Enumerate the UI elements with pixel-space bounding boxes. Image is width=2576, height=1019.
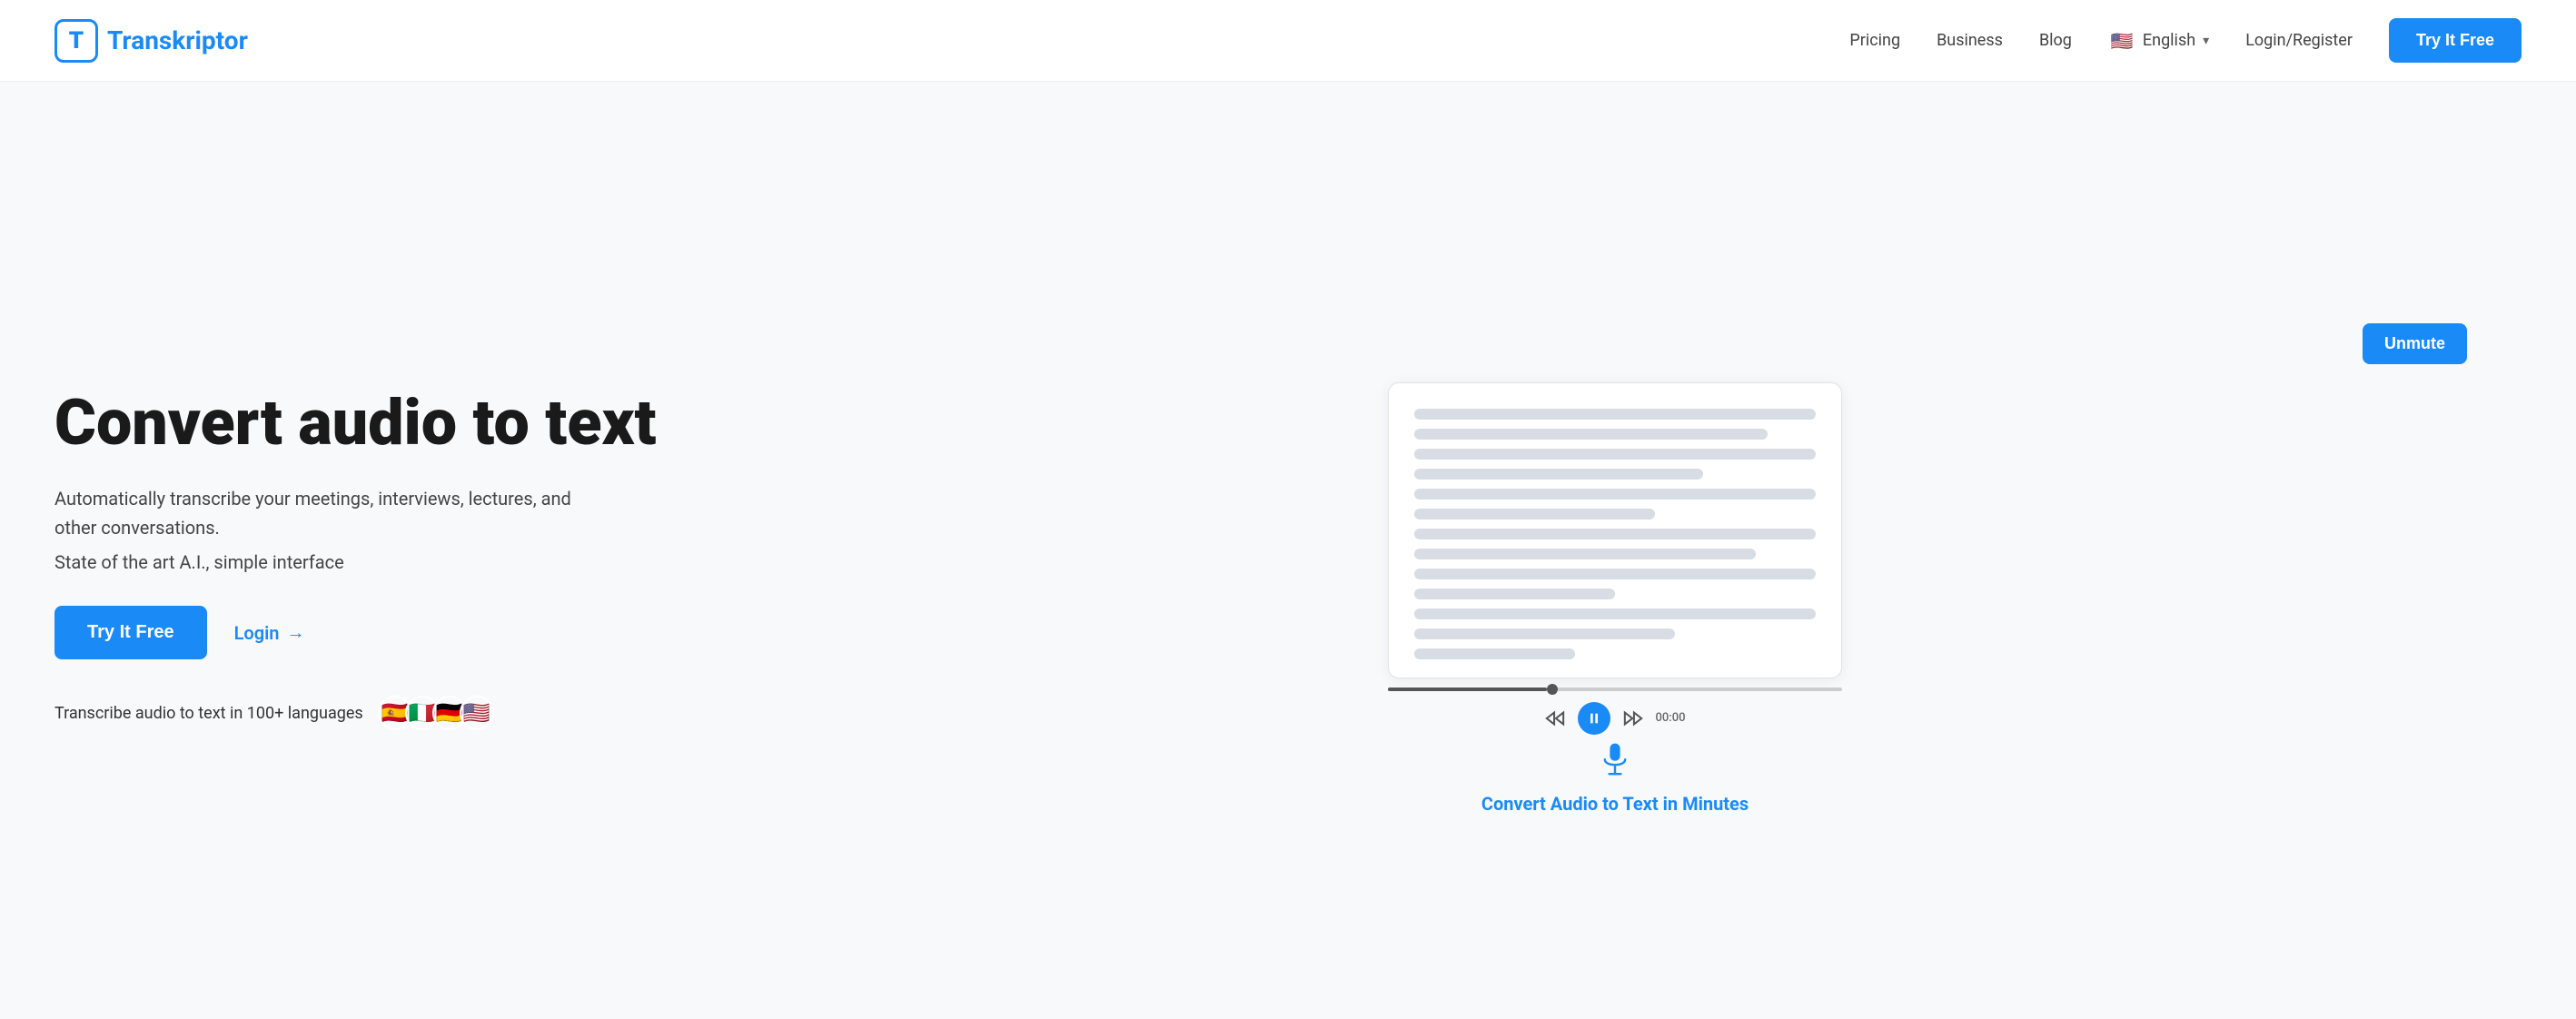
try-free-main-button[interactable]: Try It Free — [54, 606, 207, 659]
transcript-lines — [1414, 409, 1816, 659]
languages-text: Transcribe audio to text in 100+ languag… — [54, 704, 363, 723]
nav-links: Pricing Business Blog 🇺🇸 English ▾ Login… — [1849, 18, 2522, 63]
us-flag-icon: 🇺🇸 — [2108, 27, 2135, 54]
login-link[interactable]: Login → — [234, 621, 305, 644]
transcript-line — [1414, 589, 1615, 599]
progress-bar-fill — [1388, 688, 1547, 691]
nav-business[interactable]: Business — [1937, 31, 2003, 50]
transcript-line — [1414, 529, 1816, 539]
transcript-line — [1414, 449, 1816, 460]
chevron-down-icon: ▾ — [2203, 34, 2209, 48]
hero-subtitle: Automatically transcribe your meetings, … — [54, 484, 581, 542]
transcript-line — [1414, 608, 1816, 619]
language-selector[interactable]: 🇺🇸 English ▾ — [2108, 27, 2209, 54]
cta-row: Try It Free Login → — [54, 606, 672, 659]
transcript-line — [1414, 489, 1816, 500]
convert-caption: Convert Audio to Text in Minutes — [1481, 793, 1749, 815]
transcript-line — [1414, 429, 1768, 440]
transcript-line — [1414, 628, 1675, 639]
nav-blog[interactable]: Blog — [2039, 31, 2072, 50]
transcript-line — [1414, 469, 1703, 480]
flag-american: 🇺🇸 — [460, 696, 494, 730]
transcript-line — [1414, 409, 1816, 420]
forward-icon — [1623, 708, 1643, 728]
progress-bar-track[interactable] — [1388, 688, 1842, 691]
rewind-icon — [1545, 708, 1565, 728]
login-link-label: Login — [234, 622, 280, 644]
forward-button[interactable] — [1623, 708, 1643, 728]
hero-section: Convert audio to text Automatically tran… — [54, 389, 672, 730]
languages-row: Transcribe audio to text in 100+ languag… — [54, 696, 672, 730]
arrow-icon: → — [286, 621, 304, 644]
language-label: English — [2143, 31, 2195, 50]
mic-area — [1597, 742, 1633, 778]
try-free-nav-button[interactable]: Try It Free — [2389, 18, 2522, 63]
transcript-line — [1414, 509, 1655, 519]
player-controls: 00:00 — [1545, 702, 1686, 735]
transcript-card — [1388, 382, 1842, 678]
player-area: 00:00 — [1388, 688, 1842, 778]
transcript-line — [1414, 549, 1756, 559]
play-pause-button[interactable] — [1578, 702, 1610, 735]
hero-title: Convert audio to text — [54, 389, 672, 459]
navbar: T Transkriptor Pricing Business Blog 🇺🇸 … — [0, 0, 2576, 82]
progress-knob — [1547, 684, 1558, 695]
login-register-link[interactable]: Login/Register — [2245, 31, 2353, 50]
transcript-line — [1414, 569, 1816, 579]
transcript-line — [1414, 648, 1575, 659]
logo-text: Transkriptor — [107, 25, 248, 55]
mic-icon — [1597, 742, 1633, 778]
pause-icon — [1587, 711, 1601, 726]
main-content: Convert audio to text Automatically tran… — [0, 82, 2576, 1019]
unmute-button[interactable]: Unmute — [2363, 323, 2467, 364]
demo-section: Unmute — [708, 305, 2522, 815]
flag-row: 🇪🇸 🇮🇹 🇩🇪 🇺🇸 — [378, 696, 494, 730]
logo-area[interactable]: T Transkriptor — [54, 19, 248, 63]
nav-pricing[interactable]: Pricing — [1849, 31, 1900, 50]
hero-feature: State of the art A.I., simple interface — [54, 551, 672, 573]
logo-icon: T — [54, 19, 98, 63]
time-display: 00:00 — [1656, 711, 1686, 725]
rewind-button[interactable] — [1545, 708, 1565, 728]
